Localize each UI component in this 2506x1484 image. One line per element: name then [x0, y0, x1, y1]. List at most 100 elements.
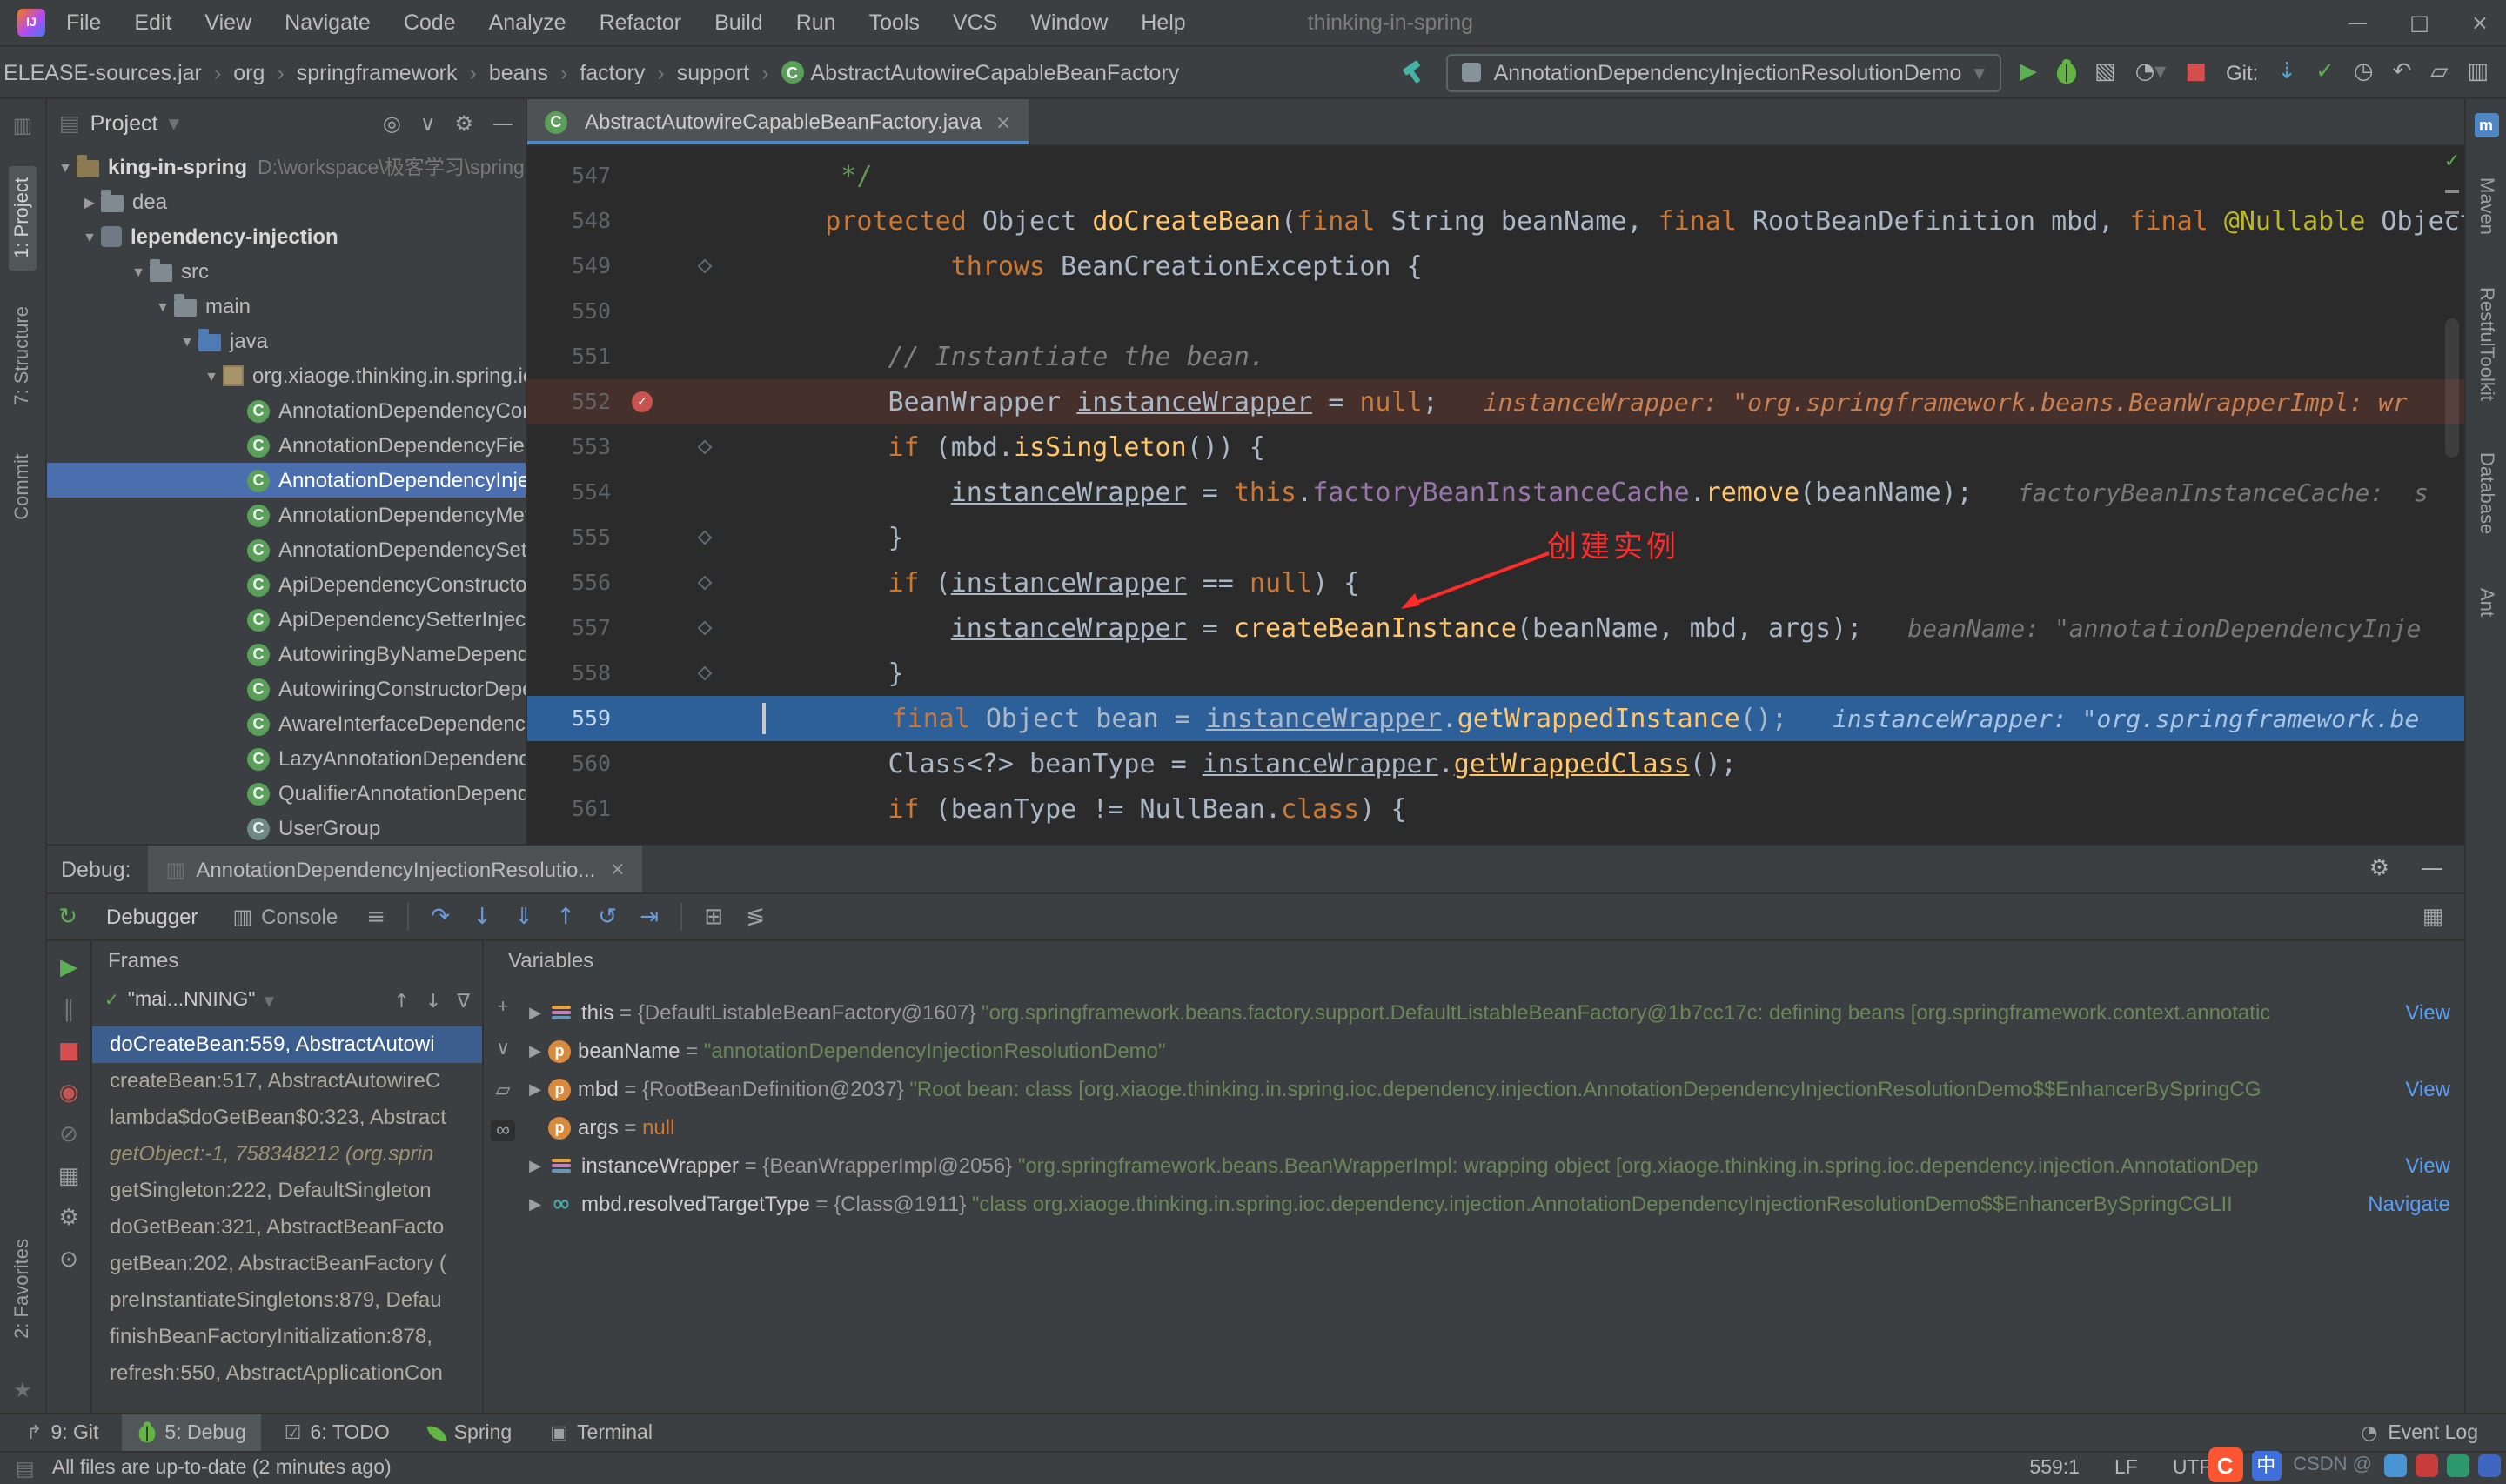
drop-frame-icon[interactable]: ↺	[586, 904, 628, 930]
layout-menu-icon[interactable]: ≡	[355, 904, 397, 930]
project-tree-item[interactable]: CQualifierAnnotationDependency	[47, 776, 526, 811]
tool-tab-terminal[interactable]: ▣ Terminal	[534, 1414, 668, 1451]
stack-frame[interactable]: getBean:202, AbstractBeanFactory (	[92, 1246, 482, 1282]
tab-debugger[interactable]: Debugger	[89, 894, 215, 939]
collapse-all-button[interactable]: ∨	[420, 110, 436, 135]
project-tree-item[interactable]: CAnnotationDependencyConstru	[47, 393, 526, 428]
project-tree-item[interactable]: ▼org.xiaoge.thinking.in.spring.ioc.dep	[47, 358, 526, 393]
editor-body[interactable]: 547 */548 protected Object doCreateBean(…	[527, 146, 2464, 844]
thread-dump-icon[interactable]: ▦	[51, 1164, 86, 1190]
tool-tab-spring[interactable]: Spring	[412, 1414, 528, 1451]
maven-icon[interactable]: m	[2474, 113, 2498, 137]
project-tree-item[interactable]: ▼ main	[47, 289, 526, 324]
code-line-548[interactable]: 548 protected Object doCreateBean(final …	[527, 198, 2464, 244]
variable-view-link[interactable]: View	[2405, 1153, 2450, 1178]
tab-console[interactable]: ▥ Console	[215, 894, 355, 939]
trace-icon[interactable]: ≶	[734, 904, 776, 930]
tree-expand-icon[interactable]: ▼	[176, 333, 198, 349]
stop-icon[interactable]: ■	[51, 1039, 86, 1065]
git-diff-button[interactable]: ▱	[2430, 59, 2448, 85]
stack-frame[interactable]: createBean:517, AbstractAutowireC	[92, 1063, 482, 1100]
tool-tab-9-git[interactable]: ↱ 9: Git	[10, 1414, 114, 1451]
maximize-button[interactable]: □	[2409, 10, 2429, 35]
error-stripe[interactable]: ✓	[2440, 146, 2464, 844]
hide-frames-filter-icon[interactable]: ∇	[457, 989, 470, 1012]
tool-windows-icon[interactable]: ▥	[13, 113, 33, 137]
star-icon[interactable]: ★	[13, 1378, 32, 1413]
minimize-button[interactable]: —	[2347, 10, 2368, 35]
pause-icon[interactable]: ‖	[51, 997, 86, 1023]
expand-icon[interactable]: ▶	[522, 1080, 548, 1099]
project-tree-item[interactable]: CAnnotationDependencySetterInj	[47, 532, 526, 567]
add-watch-icon[interactable]: +	[498, 997, 509, 1018]
locate-file-button[interactable]: ◎	[383, 110, 401, 135]
stack-frame[interactable]: finishBeanFactoryInitialization:878,	[92, 1319, 482, 1355]
code-line-552[interactable]: 552 ✓ BeanWrapper instanceWrapper = null;…	[527, 379, 2464, 424]
close-session-icon[interactable]: ×	[609, 858, 625, 880]
step-into-icon[interactable]: ↓	[461, 904, 503, 930]
debug-settings-icon[interactable]: ⚙	[2369, 856, 2389, 882]
variable-view-link[interactable]: View	[2405, 1077, 2450, 1101]
stack-frame[interactable]: preInstantiateSingletons:879, Defau	[92, 1282, 482, 1319]
expand-icon[interactable]: ▶	[522, 1003, 548, 1022]
code-line-554[interactable]: 554 instanceWrapper = this.factoryBeanIn…	[527, 470, 2464, 515]
code-line-547[interactable]: 547 */	[527, 153, 2464, 198]
presentation-button[interactable]: ▥	[2467, 59, 2489, 85]
tree-expand-icon[interactable]: ▼	[200, 368, 223, 384]
tool-tab-6-todo[interactable]: ☑ 6: TODO	[269, 1414, 405, 1451]
menu-run[interactable]: Run	[796, 10, 836, 35]
code-line-560[interactable]: 560 Class<?> beanType = instanceWrapper.…	[527, 741, 2464, 786]
code-line-553[interactable]: 553 if (mbd.isSingleton()) {	[527, 424, 2464, 470]
project-tree-item[interactable]: CAutowiringByNameDependencyS	[47, 637, 526, 672]
event-log-button[interactable]: ◔ Event Log	[2361, 1421, 2496, 1444]
tree-expand-icon[interactable]: ▼	[151, 298, 174, 314]
build-hammer-icon[interactable]	[1402, 59, 1428, 85]
tree-expand-icon[interactable]: ▶	[78, 194, 101, 210]
settings-icon[interactable]: ⚙	[51, 1206, 86, 1232]
editor-scrollbar[interactable]	[2445, 318, 2459, 458]
line-ending[interactable]: LF	[2114, 1458, 2138, 1479]
profiler-button[interactable]: ◔▾	[2135, 59, 2167, 85]
breakpoint-icon[interactable]: ✓	[632, 391, 653, 412]
menu-help[interactable]: Help	[1141, 10, 1185, 35]
stop-button[interactable]: ■	[2185, 59, 2207, 85]
tool-tab-5-debug[interactable]: 5: Debug	[121, 1414, 262, 1451]
close-tab-icon[interactable]: ×	[995, 110, 1011, 133]
git-history-button[interactable]: ◷	[2354, 59, 2374, 85]
stack-frame[interactable]: lambda$doGetBean$0:323, Abstract	[92, 1100, 482, 1136]
menu-tools[interactable]: Tools	[869, 10, 920, 35]
project-tree-item[interactable]: CLazyAnnotationDependencyInjec	[47, 741, 526, 776]
project-tree-item[interactable]: ▼ java	[47, 324, 526, 358]
tool-strip-commit[interactable]: Commit	[9, 443, 37, 533]
project-tree-item[interactable]: C UserGroup	[47, 811, 526, 844]
run-button[interactable]: ▶	[2020, 59, 2037, 85]
close-button[interactable]: ×	[2471, 10, 2489, 35]
stack-frame[interactable]: doCreateBean:559, AbstractAutowi	[92, 1026, 482, 1063]
menu-view[interactable]: View	[204, 10, 251, 35]
gear-icon[interactable]: ⚙	[454, 110, 473, 135]
resume-icon[interactable]: ▶	[51, 955, 86, 981]
rerun-icon[interactable]: ↻	[47, 904, 89, 930]
variable-navigate-link[interactable]: Navigate	[2368, 1192, 2450, 1216]
evaluate-icon[interactable]: ⊞	[693, 904, 734, 930]
variable-row[interactable]: ▶ instanceWrapper = {BeanWrapperImpl@2056…	[522, 1146, 2464, 1185]
stack-frame[interactable]: getSingleton:222, DefaultSingleton	[92, 1173, 482, 1209]
menu-edit[interactable]: Edit	[134, 10, 171, 35]
variable-row[interactable]: ▶ p beanName = "annotationDependencyInject…	[522, 1032, 2464, 1070]
menu-code[interactable]: Code	[404, 10, 456, 35]
debug-session-tab[interactable]: ▥ AnnotationDependencyInjectionResolutio…	[148, 846, 643, 892]
code-line-550[interactable]: 550	[527, 289, 2464, 334]
project-tree-item[interactable]: ▼ src	[47, 254, 526, 289]
tree-expand-icon[interactable]: ▼	[54, 159, 77, 175]
code-line-558[interactable]: 558 }	[527, 651, 2464, 696]
stack-frame[interactable]: doGetBean:321, AbstractBeanFacto	[92, 1209, 482, 1246]
project-tree-item[interactable]: ▼ lependency-injection	[47, 219, 526, 254]
stack-frame[interactable]: refresh:550, AbstractApplicationCon	[92, 1355, 482, 1392]
force-step-into-icon[interactable]: ⇓	[503, 904, 545, 930]
project-tree-item[interactable]: CApiDependencyConstructorInjec	[47, 567, 526, 602]
breadcrumb-item[interactable]: beans	[489, 60, 548, 84]
chevron-down-icon[interactable]: ▾	[168, 110, 179, 136]
step-out-icon[interactable]: ↑	[545, 904, 586, 930]
expand-icon[interactable]: ▶	[522, 1041, 548, 1060]
project-tree-item[interactable]: ▼ king-in-spring D:\workspace\极客学习\spring	[47, 150, 526, 184]
